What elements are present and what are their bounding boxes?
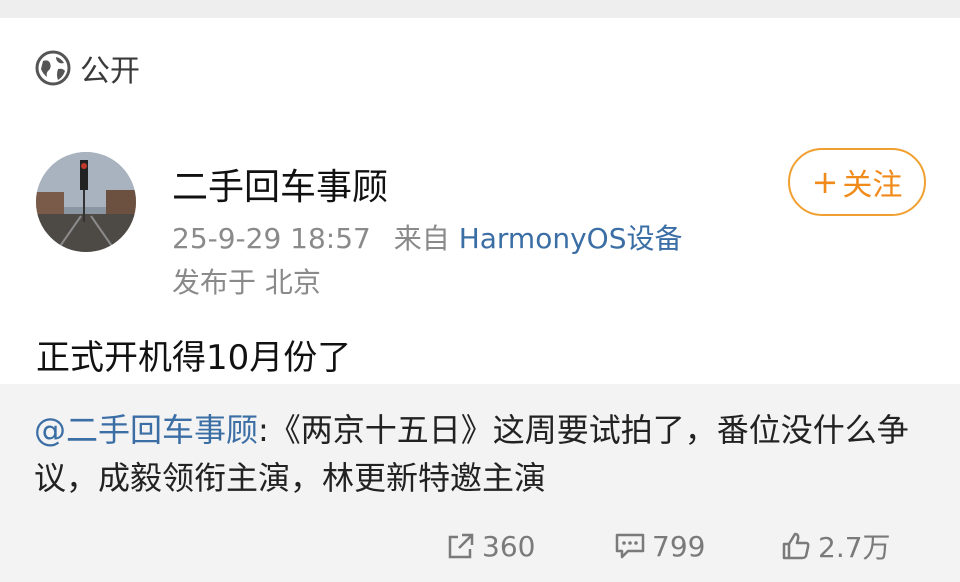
comment-count: 799	[652, 529, 706, 563]
visibility-indicator: 公开	[34, 46, 140, 90]
top-bar	[0, 0, 960, 18]
like-count: 2.7万	[818, 531, 891, 564]
repost-body: @二手回车事顾:《两京十五日》这周要试拍了，番位没什么争议，成毅领衔主演，林更新…	[34, 406, 924, 502]
follow-button[interactable]: + 关注	[788, 148, 926, 216]
repost-mention[interactable]: @二手回车事顾	[34, 411, 258, 449]
avatar[interactable]	[36, 152, 136, 252]
repost-card[interactable]: @二手回车事顾:《两京十五日》这周要试拍了，番位没什么争议，成毅领衔主演，林更新…	[0, 384, 960, 582]
post-location: 发布于 北京	[172, 266, 321, 299]
visibility-label: 公开	[80, 54, 140, 89]
follow-label: 关注	[842, 168, 903, 203]
post-source-prefix: 来自	[393, 222, 450, 255]
repost-count-button[interactable]: 360	[446, 526, 535, 566]
post-meta: 25-9-29 18:57 来自 HarmonyOS设备	[172, 217, 682, 257]
post-text: 正式开机得10月份了	[36, 338, 352, 378]
globe-icon	[35, 50, 71, 86]
watermark	[640, 568, 960, 582]
share-icon	[448, 533, 474, 559]
comment-count-button[interactable]: 799	[614, 526, 705, 566]
like-count-button[interactable]: 2.7万	[780, 526, 891, 566]
repost-count: 360	[482, 529, 536, 563]
post-device-link[interactable]: HarmonyOS设备	[459, 222, 683, 255]
avatar-photo	[36, 152, 136, 252]
thumbs-up-icon	[782, 532, 810, 560]
comment-icon	[615, 533, 645, 559]
author-name[interactable]: 二手回车事顾	[172, 158, 388, 210]
post-timestamp: 25-9-29 18:57	[172, 222, 371, 255]
plus-icon: +	[811, 163, 839, 201]
